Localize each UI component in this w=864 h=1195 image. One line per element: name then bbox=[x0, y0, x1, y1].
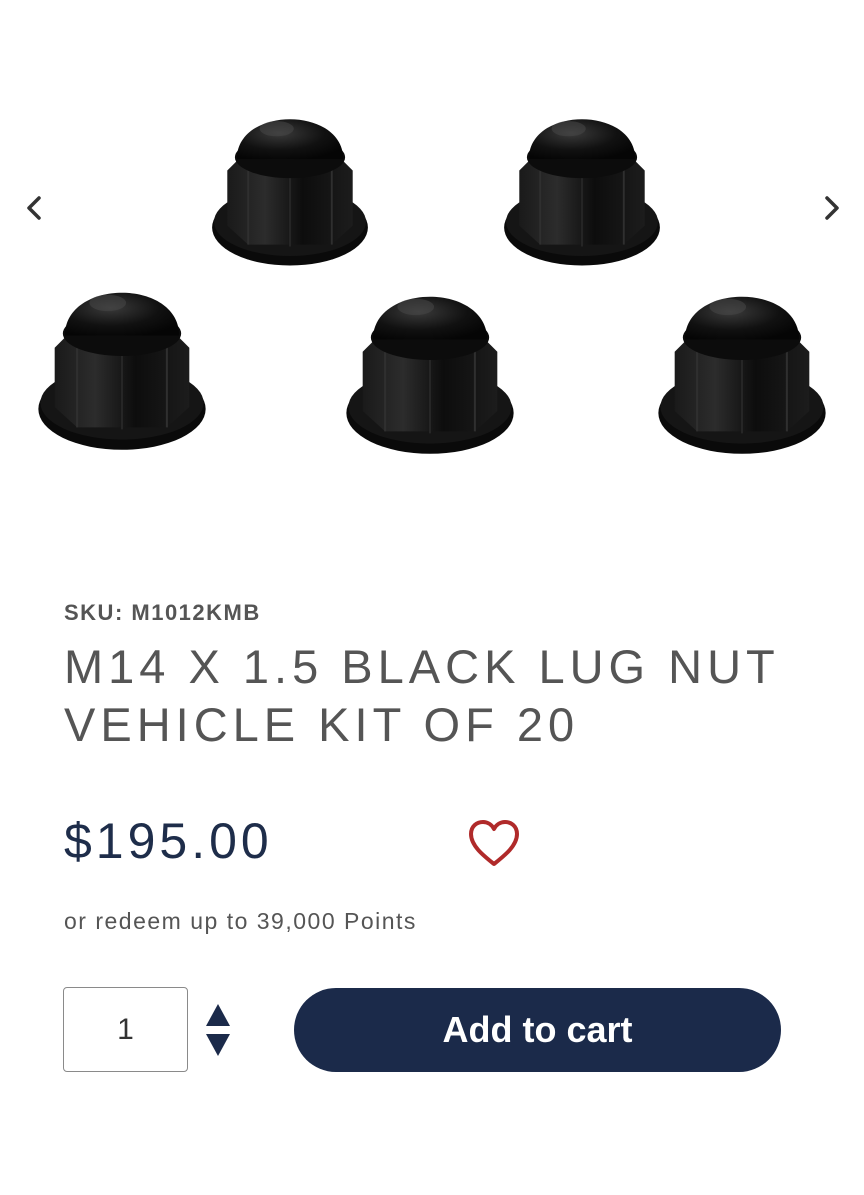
chevron-right-icon bbox=[825, 196, 839, 220]
product-title: M14 X 1.5 BLACK LUG NUT VEHICLE KIT OF 2… bbox=[64, 640, 779, 751]
product-image bbox=[37, 118, 827, 455]
product-sku: SKU: M1012KMB bbox=[64, 600, 261, 625]
quantity-stepper[interactable] bbox=[204, 1002, 232, 1058]
add-to-cart-button[interactable]: Add to cart bbox=[294, 988, 781, 1072]
chevron-left-icon bbox=[27, 196, 41, 220]
gallery-next-button[interactable] bbox=[812, 186, 852, 230]
triangle-down-icon[interactable] bbox=[204, 1032, 232, 1058]
points-redeem-text: or redeem up to 39,000 Points bbox=[64, 908, 417, 934]
product-price: $195.00 bbox=[64, 813, 273, 869]
gallery-prev-button[interactable] bbox=[14, 186, 54, 230]
heart-icon[interactable] bbox=[466, 818, 522, 870]
triangle-up-icon[interactable] bbox=[204, 1002, 232, 1028]
quantity-input[interactable] bbox=[63, 987, 188, 1072]
product-gallery bbox=[0, 0, 864, 520]
